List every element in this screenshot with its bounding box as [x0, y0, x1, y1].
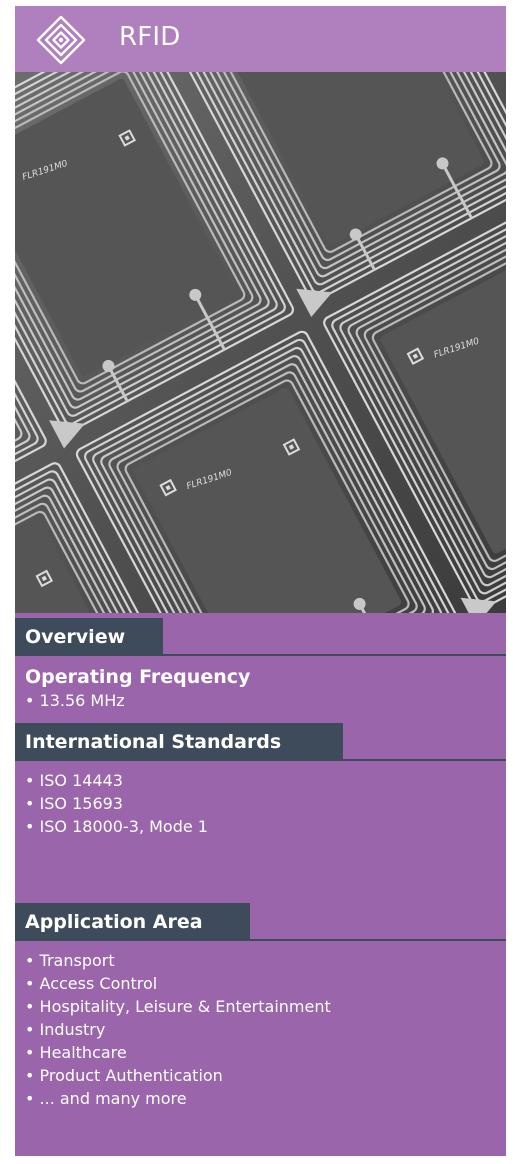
list-item: Industry	[25, 1018, 331, 1041]
list-item: Hospitality, Leisure & Entertainment	[25, 995, 331, 1018]
list-item: ISO 14443	[25, 769, 208, 792]
tab-international-standards: International Standards	[15, 723, 343, 761]
list-item: Transport	[25, 949, 331, 972]
page-title: RFID	[119, 22, 181, 52]
rfid-inlay-photo: FLR191M0	[15, 72, 506, 613]
applications-divider	[15, 939, 506, 941]
list-item: ISO 18000-3, Mode 1	[25, 815, 208, 838]
tab-overview: Overview	[15, 618, 163, 656]
rfid-inlay-image: FLR191M0	[15, 72, 506, 613]
list-item: Access Control	[25, 972, 331, 995]
rfid-card: RFID Overview Operating Frequency • 13.5…	[15, 6, 506, 1156]
standards-divider	[15, 759, 506, 761]
list-item: ... and many more	[25, 1087, 331, 1110]
list-item: Healthcare	[25, 1041, 331, 1064]
applications-list: Transport Access Control Hospitality, Le…	[25, 949, 331, 1110]
overview-divider	[15, 654, 506, 656]
frequency-list: 13.56 MHz	[25, 689, 125, 712]
list-item: ISO 15693	[25, 792, 208, 815]
concentric-diamond-logo-icon	[36, 15, 86, 65]
operating-frequency-heading: Operating Frequency	[25, 666, 251, 688]
standards-list: ISO 14443 ISO 15693 ISO 18000-3, Mode 1	[25, 769, 208, 838]
list-item: Product Authentication	[25, 1064, 331, 1087]
list-item: 13.56 MHz	[25, 689, 125, 712]
card-header: RFID	[15, 6, 506, 72]
tab-application-area: Application Area	[15, 903, 250, 941]
